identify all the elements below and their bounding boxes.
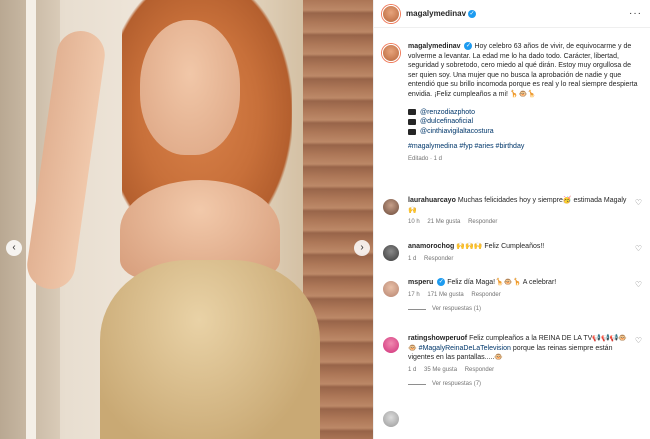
reply-button[interactable]: Responder [471, 292, 500, 298]
view-replies-label: Ver respuestas (7) [432, 381, 482, 388]
comment-item: msperu ✓ Feliz día Maga!🦒🐵🦒 A celebrar! … [374, 278, 650, 300]
commenter-avatar[interactable] [382, 336, 400, 354]
comment-block: msperu ✓ Feliz día Maga!🦒🐵🦒 A celebrar! … [374, 278, 650, 312]
comment-item: anamorochog 🙌🙌🙌 Feliz Cumpleaños!! 1 d R… [374, 242, 650, 264]
comment-time: 10 h [408, 219, 420, 226]
hanger-icon [408, 118, 416, 125]
commenter-avatar[interactable] [382, 410, 400, 428]
more-options-icon[interactable]: ··· [629, 8, 642, 19]
commenter-avatar[interactable] [382, 198, 400, 216]
post-sidebar: magalymedinav ✓ ··· magalymedinav ✓ Hoy … [373, 0, 650, 439]
reply-button[interactable]: Responder [465, 367, 494, 373]
comment-item [374, 408, 650, 428]
previous-photo-button[interactable]: ‹ [6, 240, 22, 256]
like-heart-icon[interactable]: ♡ [635, 196, 642, 228]
comment-time: 17 h [408, 291, 420, 298]
credit-link[interactable]: @cinthiavigilaltacostura [420, 127, 494, 137]
credit-link[interactable]: @dulcefinaoficial [420, 117, 473, 127]
reply-button[interactable]: Responder [468, 219, 497, 225]
post-caption-row: magalymedinav ✓ Hoy celebro 63 años de v… [374, 28, 650, 165]
view-replies-button[interactable]: Ver respuestas (1) [408, 306, 650, 312]
dress-icon [408, 128, 416, 135]
photo-face [140, 20, 240, 155]
verified-icon: ✓ [464, 42, 473, 51]
comment-likes[interactable]: 21 Me gusta [427, 219, 460, 225]
comment-text: 🙌🙌🙌 Feliz Cumpleaños!! [456, 243, 545, 250]
camera-icon [408, 109, 416, 116]
view-replies-button[interactable]: Ver respuestas (7) [408, 381, 650, 387]
like-heart-icon[interactable]: ♡ [635, 278, 642, 300]
comment-hashtag[interactable]: #MagalyReinaDeLaTelevision [419, 345, 511, 352]
caption-text: Hoy celebro 63 años de vivir, de equivoc… [408, 43, 638, 98]
replies-divider [408, 383, 426, 385]
verified-icon: ✓ [437, 278, 446, 287]
replies-divider [408, 308, 426, 310]
view-replies-label: Ver respuestas (1) [432, 306, 482, 313]
next-photo-button[interactable]: › [354, 240, 370, 256]
chevron-left-icon: ‹ [12, 242, 16, 253]
caption-username[interactable]: magalymedinav [408, 43, 461, 50]
comment-time: 1 d [408, 366, 417, 373]
photo-dress [100, 260, 320, 439]
author-avatar[interactable] [382, 4, 400, 23]
hashtags[interactable]: #magalymedina #fyp #aries #birthday [408, 142, 642, 152]
comment-time: 1 d [408, 255, 417, 262]
comment-block: ratingshowperuof Feliz cumpleaños a la R… [374, 334, 650, 387]
credit-link[interactable]: @renzodiazphoto [420, 108, 475, 118]
reply-button[interactable]: Responder [424, 256, 453, 262]
author-avatar[interactable] [382, 44, 400, 62]
commenter-avatar[interactable] [382, 244, 400, 262]
like-heart-icon[interactable]: ♡ [635, 242, 642, 264]
comment-likes[interactable]: 35 Me gusta [424, 367, 457, 373]
author-username[interactable]: magalymedinav [406, 9, 466, 18]
comment-item: ratingshowperuof Feliz cumpleaños a la R… [374, 334, 650, 375]
comment-username[interactable]: msperu [408, 279, 433, 286]
commenter-avatar[interactable] [382, 280, 400, 298]
comment-username[interactable]: ratingshowperuof [408, 335, 467, 342]
comment-likes[interactable]: 171 Me gusta [427, 292, 463, 298]
comments-scroll-area[interactable]: magalymedinav ✓ Hoy celebro 63 años de v… [374, 28, 650, 439]
comment-text: Feliz día Maga!🦒🐵🦒 A celebrar! [447, 279, 557, 286]
comment-item: laurahuarcayo Muchas felicidades hoy y s… [374, 196, 650, 228]
verified-icon: ✓ [468, 9, 477, 18]
post-photo[interactable]: ‹ › [0, 0, 373, 439]
post-header: magalymedinav ✓ ··· [374, 0, 650, 28]
comment-username[interactable]: laurahuarcayo [408, 197, 456, 204]
like-heart-icon[interactable]: ♡ [635, 334, 642, 375]
comment-username[interactable]: anamorochog [408, 243, 454, 250]
edited-label: Editado · 1 d [408, 155, 443, 162]
chevron-right-icon: › [360, 242, 364, 253]
